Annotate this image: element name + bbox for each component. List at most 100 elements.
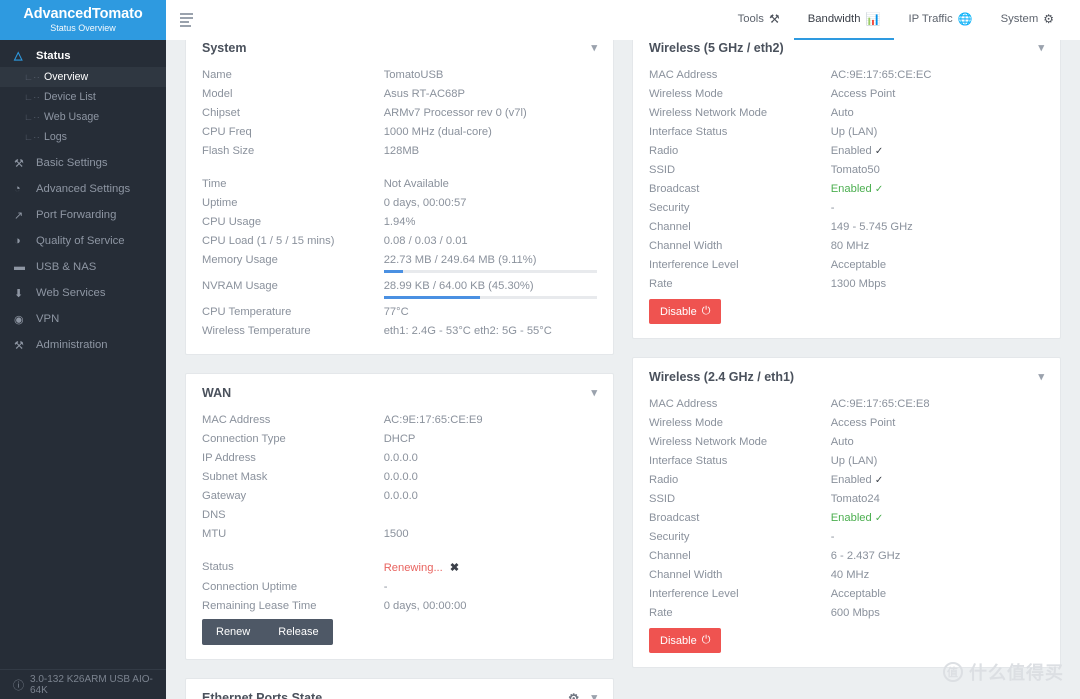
brand-header[interactable]: AdvancedTomato Status Overview	[0, 0, 166, 40]
row-value: 0 days, 00:00:57	[383, 196, 467, 209]
row-value: 6 - 2.437 GHz	[830, 549, 901, 562]
renew-button[interactable]: Renew	[202, 619, 264, 645]
table-row: CPU Load (1 / 5 / 15 mins) 0.08 / 0.03 /…	[202, 231, 597, 250]
sidebar-item-vpn[interactable]: ◉ VPN	[0, 309, 166, 329]
menu-icon[interactable]	[166, 0, 206, 40]
row-value: Acceptable	[830, 587, 887, 600]
table-row: Interface Status Up (LAN)	[649, 122, 1044, 141]
row-key: MTU	[202, 527, 227, 540]
sidebar-item-label-usb-nas: USB & NAS	[36, 261, 97, 273]
system-card: System ▾ Name TomatoUSB Model Asus RT-AC…	[185, 40, 614, 355]
sidebar-item-label-device-list: Device List	[44, 91, 96, 103]
row-key: Rate	[649, 606, 673, 619]
clock-icon: ◔	[14, 183, 21, 195]
tab-system[interactable]: System ⚙	[987, 0, 1068, 40]
chevron-down-icon[interactable]: ▾	[1038, 42, 1044, 54]
top-navigation: Tools ⚒ Bandwidth 📊 IP Traffic 🌐 System …	[724, 0, 1080, 40]
release-button[interactable]: Release	[264, 619, 332, 645]
tab-ip-traffic[interactable]: IP Traffic 🌐	[894, 0, 986, 40]
arrow-icon: ↗	[14, 209, 24, 222]
wireless-24ghz-header: Wireless (2.4 GHz / eth1) ▾	[649, 358, 1044, 394]
tab-label-ip-traffic: IP Traffic	[908, 13, 953, 25]
row-value: -	[830, 201, 835, 214]
sidebar-item-device-list[interactable]: ∟·· Device List	[0, 87, 166, 107]
row-key: Channel Width	[649, 568, 723, 581]
tab-label-tools: Tools	[737, 13, 764, 25]
tab-tools[interactable]: Tools ⚒	[724, 0, 794, 40]
row-value: Tomato24	[830, 492, 880, 505]
row-key: Security	[649, 530, 690, 543]
sidebar-item-logs[interactable]: ∟·· Logs	[0, 127, 166, 147]
check-icon: ✓	[874, 512, 884, 524]
row-key: Broadcast	[649, 182, 700, 195]
gear-icon[interactable]: ⚙	[568, 692, 580, 699]
table-row: Time Not Available	[202, 174, 597, 193]
sidebar-item-status[interactable]: △ Status	[0, 44, 166, 67]
sidebar-item-basic-settings[interactable]: ⚒ Basic Settings	[0, 153, 166, 173]
row-key: Wireless Mode	[649, 87, 723, 100]
wrench-icon: ⚒	[14, 339, 24, 352]
row-value: 128MB	[383, 144, 420, 157]
disable-radio-5ghz-button[interactable]: Disable ⏻	[649, 299, 722, 324]
ethernet-ports-card: Ethernet Ports State ⚙ ▾ WAN ◾	[185, 678, 614, 699]
row-key: Remaining Lease Time	[202, 599, 317, 612]
close-icon[interactable]: ✖	[450, 562, 459, 574]
row-key: MAC Address	[649, 397, 718, 410]
app-root: AdvancedTomato Status Overview △ Status …	[0, 0, 1080, 699]
chevron-down-icon[interactable]: ▾	[591, 387, 597, 399]
wan-table: MAC Address AC:9E:17:65:CE:E9 Connection…	[202, 410, 597, 615]
sidebar-item-overview[interactable]: ∟·· Overview	[0, 67, 166, 87]
sidebar-nav: △ Status ∟·· Overview ∟·· Device List ∟·…	[0, 40, 166, 355]
wan-card-header: WAN ▾	[202, 374, 597, 410]
info-icon: ⓘ	[13, 679, 24, 692]
table-row: Wireless Mode Access Point	[649, 84, 1044, 103]
ethernet-card-title: Ethernet Ports State	[202, 691, 323, 699]
table-row: IP Address 0.0.0.0	[202, 448, 597, 467]
tab-bandwidth[interactable]: Bandwidth 📊	[793, 0, 895, 40]
table-row: Flash Size 128MB	[202, 141, 597, 160]
sidebar-item-usb-nas[interactable]: ▬ USB & NAS	[0, 257, 166, 277]
sidebar-item-web-services[interactable]: ⬇ Web Services	[0, 283, 166, 303]
row-value: Access Point	[830, 416, 896, 429]
table-row: Remaining Lease Time 0 days, 00:00:00	[202, 596, 597, 615]
table-row: Subnet Mask 0.0.0.0	[202, 467, 597, 486]
sidebar-item-administration[interactable]: ⚒ Administration	[0, 335, 166, 355]
table-row: Wireless Network Mode Auto	[649, 103, 1044, 122]
sidebar-item-label-vpn: VPN	[36, 313, 60, 325]
chevron-down-icon[interactable]: ▾	[591, 692, 597, 699]
chevron-down-icon[interactable]: ▾	[1038, 371, 1044, 383]
row-value: TomatoUSB	[383, 68, 444, 81]
row-key: Wireless Network Mode	[649, 435, 768, 448]
sidebar-item-quality-of-service[interactable]: ◑ Quality of Service	[0, 231, 166, 251]
tools-icon: ⚒	[768, 12, 780, 26]
row-value: AC:9E:17:65:CE:EC	[830, 68, 932, 81]
brand-title: AdvancedTomato	[23, 5, 143, 22]
row-key: Radio	[649, 144, 679, 157]
table-row: Rate 1300 Mbps	[649, 274, 1044, 293]
globe-icon: 🌐	[957, 12, 973, 26]
memory-usage-bar-fill	[383, 269, 404, 273]
row-value: Up (LAN)	[830, 125, 878, 138]
sidebar-item-web-usage[interactable]: ∟·· Web Usage	[0, 107, 166, 127]
table-row: Connection Type DHCP	[202, 429, 597, 448]
nvram-usage-bar	[383, 295, 597, 299]
row-value: Asus RT-AC68P	[383, 87, 465, 100]
row-key: Interference Level	[649, 587, 739, 600]
sidebar-item-advanced-settings[interactable]: ◔ Advanced Settings	[0, 179, 166, 199]
nvram-usage-text: 28.99 KB / 64.00 KB (45.30%)	[383, 279, 534, 292]
sidebar-item-port-forwarding[interactable]: ↗ Port Forwarding	[0, 205, 166, 225]
row-value: 80 MHz	[830, 239, 870, 252]
table-row: Uptime 0 days, 00:00:57	[202, 193, 597, 212]
disable-radio-24ghz-button[interactable]: Disable ⏻	[649, 628, 722, 653]
row-key: Interface Status	[649, 125, 728, 138]
row-key: Wireless Mode	[649, 416, 723, 429]
content-scroll-area[interactable]: System ▾ Name TomatoUSB Model Asus RT-AC…	[166, 40, 1080, 699]
row-key: SSID	[649, 492, 676, 505]
row-key: Name	[202, 68, 232, 81]
table-row: DNS	[202, 505, 597, 524]
watermark: 值 什么值得买	[943, 659, 1064, 685]
table-row: Channel 6 - 2.437 GHz	[649, 546, 1044, 565]
ethernet-card-header: Ethernet Ports State ⚙ ▾	[202, 679, 597, 699]
chevron-down-icon[interactable]: ▾	[591, 42, 597, 54]
row-value: AC:9E:17:65:CE:E9	[383, 413, 483, 426]
